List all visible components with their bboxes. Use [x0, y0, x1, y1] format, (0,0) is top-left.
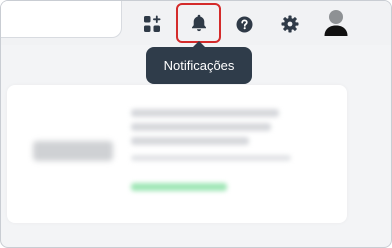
blurred-heading-line	[131, 137, 249, 145]
notifications-tooltip: Notificações	[146, 41, 252, 84]
help-button[interactable]	[222, 5, 266, 43]
apps-add-icon	[144, 15, 161, 32]
blurred-logo	[33, 141, 113, 161]
blurred-heading-line	[131, 109, 279, 117]
profile-button[interactable]	[314, 3, 358, 43]
tooltip-text: Notificações	[163, 58, 235, 73]
question-circle-icon	[236, 16, 252, 32]
top-bar	[1, 1, 391, 45]
notifications-button[interactable]	[176, 3, 221, 43]
blurred-link	[131, 183, 227, 191]
app-window: Notificações	[0, 0, 392, 248]
bell-icon	[191, 14, 206, 32]
blurred-content-card	[7, 85, 347, 223]
settings-button[interactable]	[268, 5, 312, 43]
user-avatar-icon	[324, 10, 348, 36]
blurred-heading-line	[131, 123, 271, 131]
search-bar[interactable]	[1, 1, 122, 38]
blurred-description-line	[131, 155, 291, 161]
apps-button[interactable]	[130, 5, 174, 43]
gear-icon	[281, 15, 299, 33]
